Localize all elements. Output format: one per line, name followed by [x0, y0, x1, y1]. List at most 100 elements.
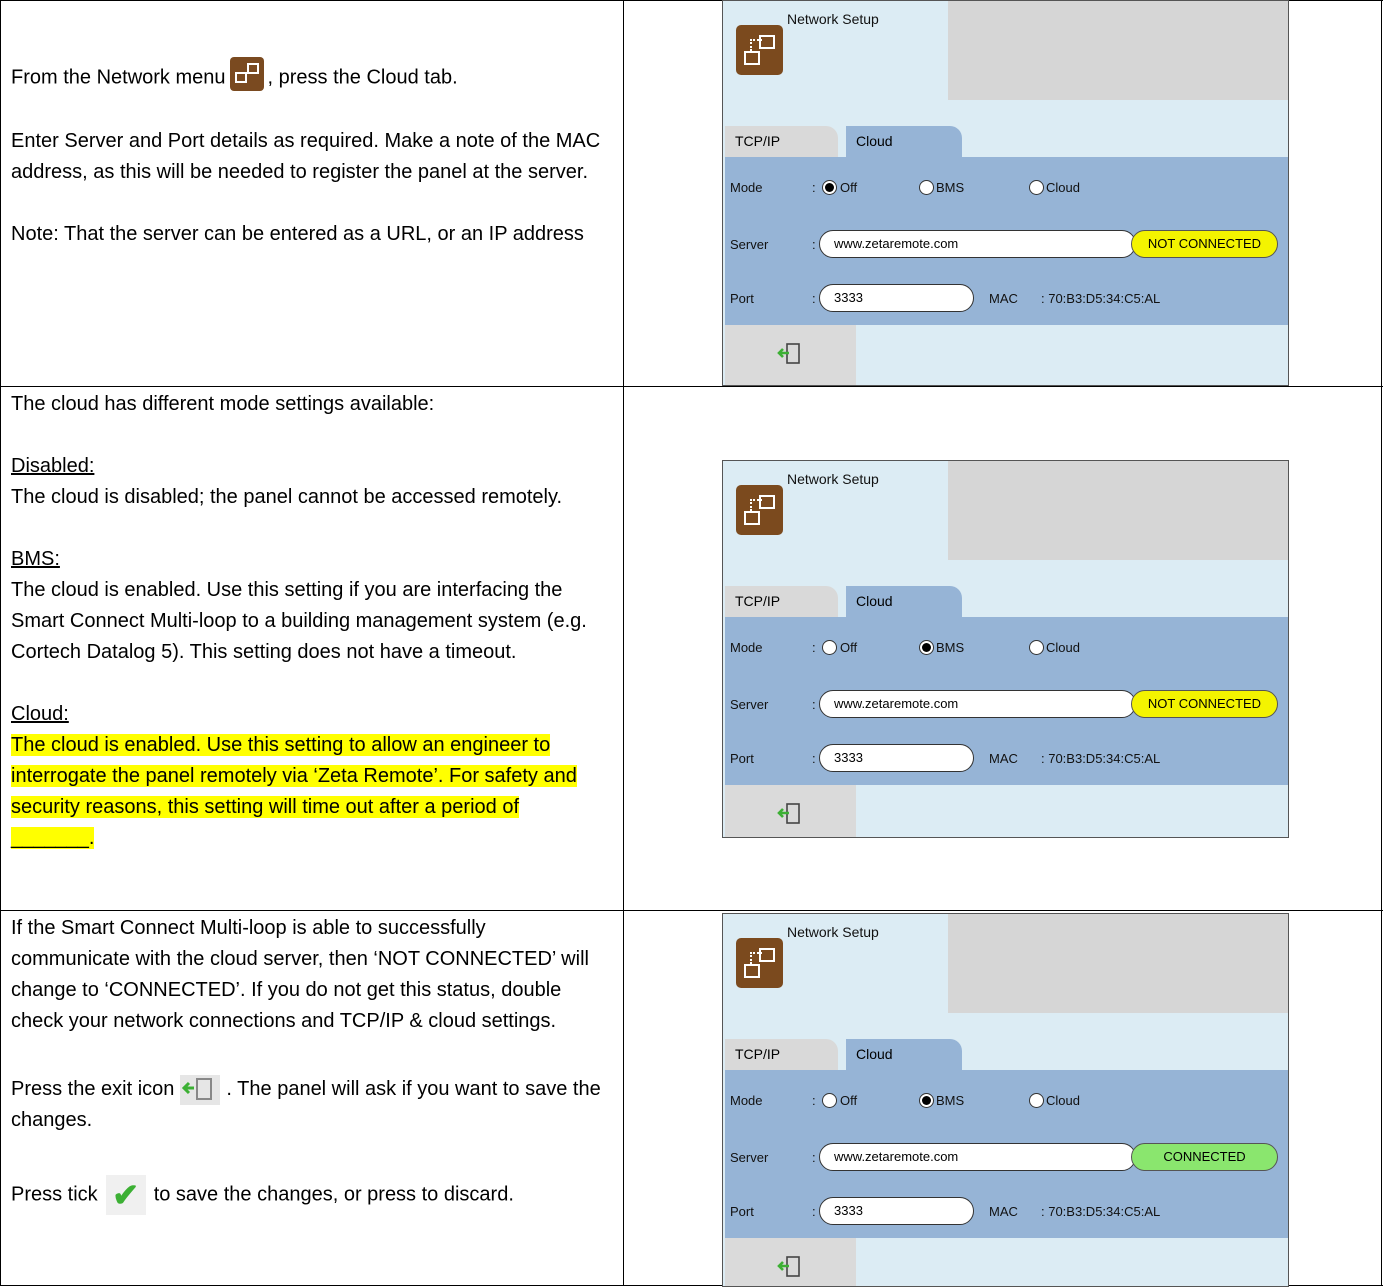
mac-address: : 70:B3:D5:34:C5:AL — [1041, 751, 1161, 766]
cloud-text: The cloud is enabled. Use this setting t… — [11, 734, 577, 849]
port-label: Port — [730, 1204, 754, 1219]
mode-label: Mode — [730, 180, 763, 195]
mac-address: : 70:B3:D5:34:C5:AL — [1041, 1204, 1161, 1219]
mode-off-radio[interactable] — [822, 640, 837, 655]
instruction-text: The cloud has different mode settings av… — [11, 389, 601, 854]
connection-status-badge: NOT CONNECTED — [1131, 690, 1278, 718]
exit-icon — [180, 1074, 221, 1105]
cell-border — [623, 1, 624, 386]
network-setup-screenshot: Network Setup TCP/IP Cloud Mode : Off BM… — [722, 0, 1289, 386]
mode-off-label: Off — [840, 180, 858, 195]
cell-border — [0, 911, 1, 1285]
mode-cloud-label: Cloud — [1046, 1093, 1080, 1108]
port-input[interactable]: 3333 — [819, 744, 974, 772]
mode-off-label: Off — [840, 1093, 858, 1108]
tick-icon: ✔ — [105, 1175, 146, 1215]
exit-button[interactable] — [725, 1238, 856, 1287]
server-label: Server — [730, 237, 769, 252]
exit-icon — [777, 1256, 800, 1277]
row1-p2: Enter Server and Port details as require… — [11, 130, 601, 183]
row2-intro: The cloud has different mode settings av… — [11, 393, 435, 415]
row3-p3-after: to save the changes, or press to discard… — [153, 1183, 514, 1206]
cell-border — [0, 1, 1, 386]
mode-off-radio[interactable] — [822, 1093, 837, 1108]
cell-border — [1381, 911, 1382, 1285]
colon: : — [812, 180, 816, 195]
row1-p1-after: , press the Cloud tab. — [267, 66, 458, 89]
header-area — [948, 0, 1288, 100]
cell-border — [623, 911, 624, 1285]
row1-p3: Note: That the server can be entered as … — [11, 223, 584, 245]
colon: : — [812, 697, 816, 712]
tab-tcp-ip[interactable]: TCP/IP — [725, 586, 838, 617]
mode-cloud-radio[interactable] — [1029, 1093, 1044, 1108]
bms-text: The cloud is enabled. Use this setting i… — [11, 579, 587, 663]
port-input[interactable]: 3333 — [819, 1197, 974, 1225]
cloud-title: Cloud: — [11, 703, 69, 725]
mode-cloud-radio[interactable] — [1029, 640, 1044, 655]
port-label: Port — [730, 751, 754, 766]
instruction-text: If the Smart Connect Multi-loop is able … — [11, 913, 601, 1215]
mode-label: Mode — [730, 1093, 763, 1108]
mode-off-radio[interactable] — [822, 180, 837, 195]
cell-border — [0, 387, 1, 910]
row3-p1: If the Smart Connect Multi-loop is able … — [11, 917, 589, 1032]
server-label: Server — [730, 697, 769, 712]
server-input[interactable]: www.zetaremote.com — [819, 1143, 1136, 1171]
row3-p2-before: Press the exit icon — [11, 1078, 175, 1100]
disabled-title: Disabled: — [11, 455, 95, 477]
connection-status-badge: CONNECTED — [1131, 1143, 1278, 1171]
cell-border — [1381, 387, 1382, 910]
server-input[interactable]: www.zetaremote.com — [819, 690, 1136, 718]
connection-status-badge: NOT CONNECTED — [1131, 230, 1278, 258]
tab-cloud[interactable]: Cloud — [846, 586, 962, 617]
disabled-text: The cloud is disabled; the panel cannot … — [11, 486, 563, 508]
colon: : — [812, 1093, 816, 1108]
network-setup-screenshot: Network Setup TCP/IP Cloud Mode : Off BM… — [722, 460, 1289, 838]
mode-bms-label: BMS — [936, 180, 965, 195]
exit-button[interactable] — [725, 785, 856, 838]
page-title: Network Setup — [787, 924, 879, 940]
row1-p1-before: From the Network menu — [11, 66, 226, 89]
port-input[interactable]: 3333 — [819, 284, 974, 312]
mode-bms-label: BMS — [936, 1093, 965, 1108]
colon: : — [812, 640, 816, 655]
cell-border — [623, 387, 624, 910]
network-menu-icon — [229, 57, 264, 91]
mode-bms-label: BMS — [936, 640, 965, 655]
network-setup-icon — [736, 485, 783, 535]
tab-cloud[interactable]: Cloud — [846, 1039, 962, 1070]
mode-label: Mode — [730, 640, 763, 655]
mode-cloud-label: Cloud — [1046, 180, 1080, 195]
instruction-text: From the Network menu , press the Cloud t… — [11, 57, 601, 250]
port-label: Port — [730, 291, 754, 306]
mode-bms-radio[interactable] — [919, 640, 934, 655]
page-title: Network Setup — [787, 471, 879, 487]
mac-address: : 70:B3:D5:34:C5:AL — [1041, 291, 1161, 306]
mode-bms-radio[interactable] — [919, 180, 934, 195]
header-area — [948, 913, 1288, 1013]
cloud-settings: Mode : Off BMS Cloud Server : www.zetare… — [725, 617, 1288, 785]
tab-tcp-ip[interactable]: TCP/IP — [725, 1039, 838, 1070]
colon: : — [812, 291, 816, 306]
exit-button[interactable] — [725, 325, 856, 386]
cloud-settings: Mode : Off BMS Cloud Server : www.zetare… — [725, 157, 1288, 325]
colon: : — [812, 1204, 816, 1219]
mac-label: MAC — [989, 1204, 1018, 1219]
server-input[interactable]: www.zetaremote.com — [819, 230, 1136, 258]
mode-cloud-radio[interactable] — [1029, 180, 1044, 195]
colon: : — [812, 237, 816, 252]
tab-tcp-ip[interactable]: TCP/IP — [725, 126, 838, 157]
mode-bms-radio[interactable] — [919, 1093, 934, 1108]
mode-off-label: Off — [840, 640, 858, 655]
server-label: Server — [730, 1150, 769, 1165]
cloud-settings: Mode : Off BMS Cloud Server : www.zetare… — [725, 1070, 1288, 1238]
tab-cloud[interactable]: Cloud — [846, 126, 962, 157]
exit-icon — [777, 343, 800, 364]
colon: : — [812, 751, 816, 766]
colon: : — [812, 1150, 816, 1165]
network-setup-icon — [736, 938, 783, 988]
mode-cloud-label: Cloud — [1046, 640, 1080, 655]
page-title: Network Setup — [787, 11, 879, 27]
row3-p3-before: Press tick — [11, 1183, 98, 1206]
